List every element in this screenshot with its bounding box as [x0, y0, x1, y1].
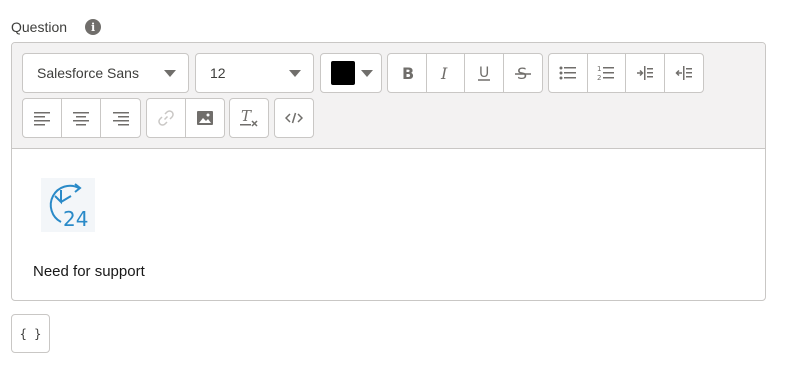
strikethrough-button[interactable]: S [504, 54, 542, 92]
insert-button-group [146, 98, 225, 138]
svg-text:I: I [440, 65, 448, 81]
numbered-list-button[interactable]: 1 2 [588, 54, 626, 92]
svg-text:T: T [241, 108, 252, 125]
svg-text:24: 24 [63, 207, 88, 231]
font-size-value: 12 [210, 65, 226, 81]
content-paragraph: Need for support [33, 263, 145, 280]
field-label-row: Question i [11, 19, 102, 35]
link-icon [157, 110, 174, 126]
svg-text:S: S [517, 64, 527, 82]
clear-formatting-button[interactable]: T [229, 98, 269, 138]
indent-icon [636, 66, 653, 80]
rich-text-editor: Salesforce Sans 12 B I U S 1 2 T 24 Need… [11, 42, 766, 301]
24-hour-support-icon: 24 [41, 178, 95, 232]
editor-toolbar: Salesforce Sans 12 B I U S 1 2 T [12, 43, 765, 149]
italic-button[interactable]: I [427, 54, 465, 92]
chevron-down-icon [289, 69, 301, 77]
clear-formatting-icon: T [240, 108, 258, 127]
bulleted-list-button[interactable] [549, 54, 588, 92]
code-view-icon [285, 112, 303, 124]
insert-link-button[interactable] [147, 99, 186, 137]
align-center-icon [73, 112, 89, 126]
font-size-select[interactable]: 12 [195, 53, 314, 93]
numbered-list-icon: 1 2 [597, 65, 615, 82]
svg-text:1: 1 [597, 65, 601, 73]
align-left-button[interactable] [23, 99, 62, 137]
svg-text:B: B [402, 65, 414, 81]
image-icon [196, 111, 213, 125]
bold-button[interactable]: B [388, 54, 427, 92]
underline-button[interactable]: U [465, 54, 504, 92]
indent-button[interactable] [626, 54, 665, 92]
font-family-select[interactable]: Salesforce Sans [22, 53, 189, 93]
merge-field-button[interactable]: { } [11, 314, 50, 353]
strikethrough-icon: S [514, 64, 531, 82]
format-button-group: B I U S [387, 53, 543, 93]
outdent-icon [675, 66, 692, 80]
align-right-button[interactable] [101, 99, 140, 137]
align-center-button[interactable] [62, 99, 101, 137]
svg-text:2: 2 [597, 74, 601, 82]
text-color-picker[interactable] [320, 53, 382, 93]
info-icon[interactable]: i [85, 19, 102, 35]
outdent-button[interactable] [665, 54, 703, 92]
chevron-down-icon [164, 69, 176, 77]
align-button-group [22, 98, 141, 138]
bold-icon: B [402, 65, 414, 81]
font-family-value: Salesforce Sans [37, 65, 139, 81]
editor-content-area[interactable]: 24 Need for support [12, 149, 765, 300]
color-swatch [331, 61, 355, 85]
align-right-icon [112, 112, 129, 126]
align-left-icon [34, 112, 50, 126]
underline-icon: U [477, 65, 490, 81]
svg-text:U: U [479, 65, 489, 81]
italic-icon: I [440, 65, 448, 81]
code-view-button[interactable] [274, 98, 314, 138]
insert-image-button[interactable] [186, 99, 225, 137]
list-button-group: 1 2 [548, 53, 704, 93]
field-label: Question [11, 19, 68, 35]
chevron-down-icon [361, 69, 373, 77]
bulleted-list-icon [559, 66, 576, 80]
